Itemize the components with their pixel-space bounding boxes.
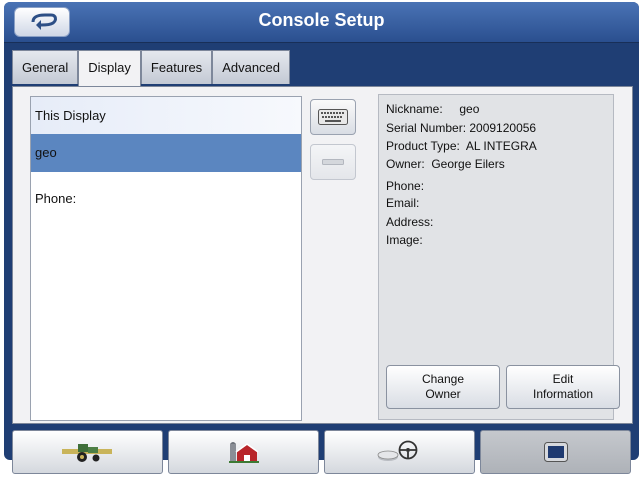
edit-information-label: Edit Information xyxy=(532,372,594,401)
owner-text: Owner: George Eilers xyxy=(386,157,505,171)
steering-wheel-icon xyxy=(377,440,417,461)
page-title: Console Setup xyxy=(258,10,385,30)
address-text: Address: xyxy=(386,215,434,229)
minus-icon xyxy=(322,159,344,165)
title-bar: Console Setup xyxy=(4,2,639,43)
list-item-selected[interactable]: geo xyxy=(31,134,301,172)
change-owner-label: Change Owner xyxy=(421,372,465,401)
product-type-text: Product Type: AL INTEGRA xyxy=(386,139,537,153)
email-text: Email: xyxy=(386,196,420,210)
phone-text: Phone: xyxy=(386,179,425,193)
console-window: Console Setup General Display Features A… xyxy=(4,2,639,474)
bottom-nav xyxy=(12,430,633,474)
display-screen-icon xyxy=(543,442,568,462)
keyboard-button[interactable] xyxy=(310,99,356,135)
display-list[interactable]: This Display geo Phone: xyxy=(30,96,302,421)
equipment-nav-button[interactable] xyxy=(12,430,163,474)
serial-number-text: Serial Number: 2009120056 xyxy=(386,121,537,135)
barn-silo-icon xyxy=(228,442,259,463)
display-nav-button[interactable] xyxy=(480,430,631,474)
edit-information-button[interactable]: Edit Information xyxy=(506,365,620,409)
tab-features[interactable]: Features xyxy=(140,50,213,84)
tab-bar: General Display Features Advanced xyxy=(12,50,291,86)
tab-display[interactable]: Display xyxy=(78,50,141,86)
display-details-panel: Nickname: geo Serial Number: 2009120056 … xyxy=(378,94,620,420)
tab-content: This Display geo Phone: Nickname: geo Se… xyxy=(12,86,633,424)
keyboard-icon xyxy=(318,109,348,125)
tractor-icon xyxy=(61,444,112,462)
nickname-text: Nickname: geo xyxy=(386,102,480,116)
guidance-nav-button[interactable] xyxy=(324,430,475,474)
phone-label: Phone: xyxy=(35,191,77,206)
tab-advanced[interactable]: Advanced xyxy=(212,50,291,84)
farm-nav-button[interactable] xyxy=(168,430,319,474)
image-text: Image: xyxy=(386,233,423,247)
list-header: This Display xyxy=(31,97,301,134)
remove-button[interactable] xyxy=(310,144,356,180)
change-owner-button[interactable]: Change Owner xyxy=(386,365,500,409)
tab-general[interactable]: General xyxy=(12,50,79,84)
